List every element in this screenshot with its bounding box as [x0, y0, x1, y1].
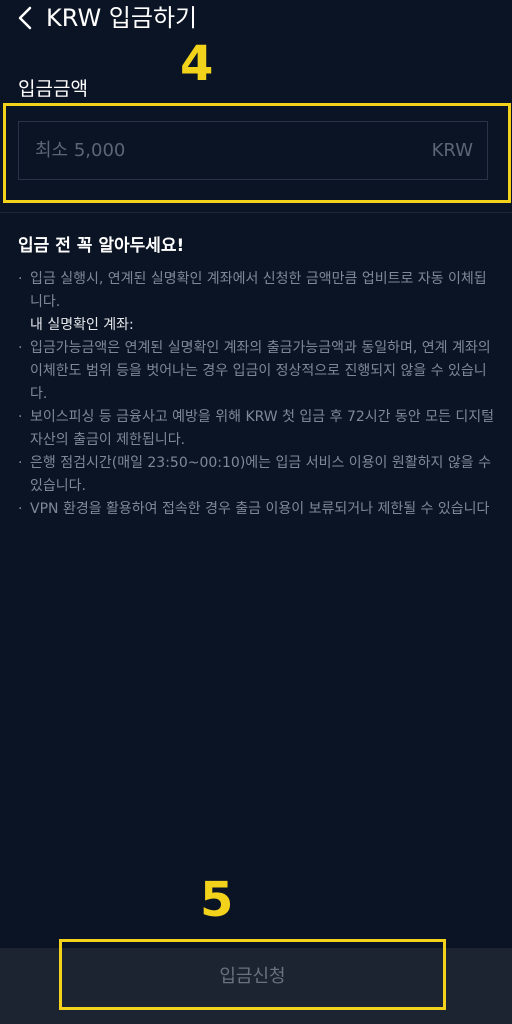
step-annotation-5: 5	[200, 872, 234, 928]
step-annotation-4: 4	[180, 36, 214, 92]
notice-item: 은행 점검시간(매일 23:50~00:10)에는 입금 서비스 이용이 원활하…	[18, 452, 496, 498]
amount-field[interactable]: KRW	[18, 121, 488, 180]
amount-input[interactable]	[19, 122, 487, 179]
notice-item: 보이스피싱 등 금융사고 예방을 위해 KRW 첫 입금 후 72시간 동안 모…	[18, 406, 496, 452]
back-button[interactable]	[14, 4, 38, 32]
notice-subheading: 내 실명확인 계좌:	[30, 317, 134, 333]
notice-title: 입금 전 꼭 알아두세요!	[18, 236, 185, 256]
amount-label: 입금금액	[18, 78, 88, 100]
notice-item: 입금 실행시, 연계된 실명확인 계좌에서 신청한 금액만큼 업비트로 자동 이…	[18, 268, 496, 314]
chevron-left-icon	[18, 6, 32, 30]
section-divider	[0, 212, 512, 213]
submit-highlight-box	[59, 939, 446, 1010]
page-title: KRW 입금하기	[46, 4, 198, 32]
top-bar: KRW 입금하기	[0, 0, 512, 40]
notice-item: 입금가능금액은 연계된 실명확인 계좌의 출금가능금액과 동일하며, 연계 계좌…	[18, 337, 496, 406]
amount-unit: KRW	[431, 140, 473, 161]
notice-item: VPN 환경을 활용하여 접속한 경우 출금 이용이 보류되거나 제한될 수 있…	[18, 498, 496, 521]
notice-list: 입금 실행시, 연계된 실명확인 계좌에서 신청한 금액만큼 업비트로 자동 이…	[18, 268, 496, 521]
